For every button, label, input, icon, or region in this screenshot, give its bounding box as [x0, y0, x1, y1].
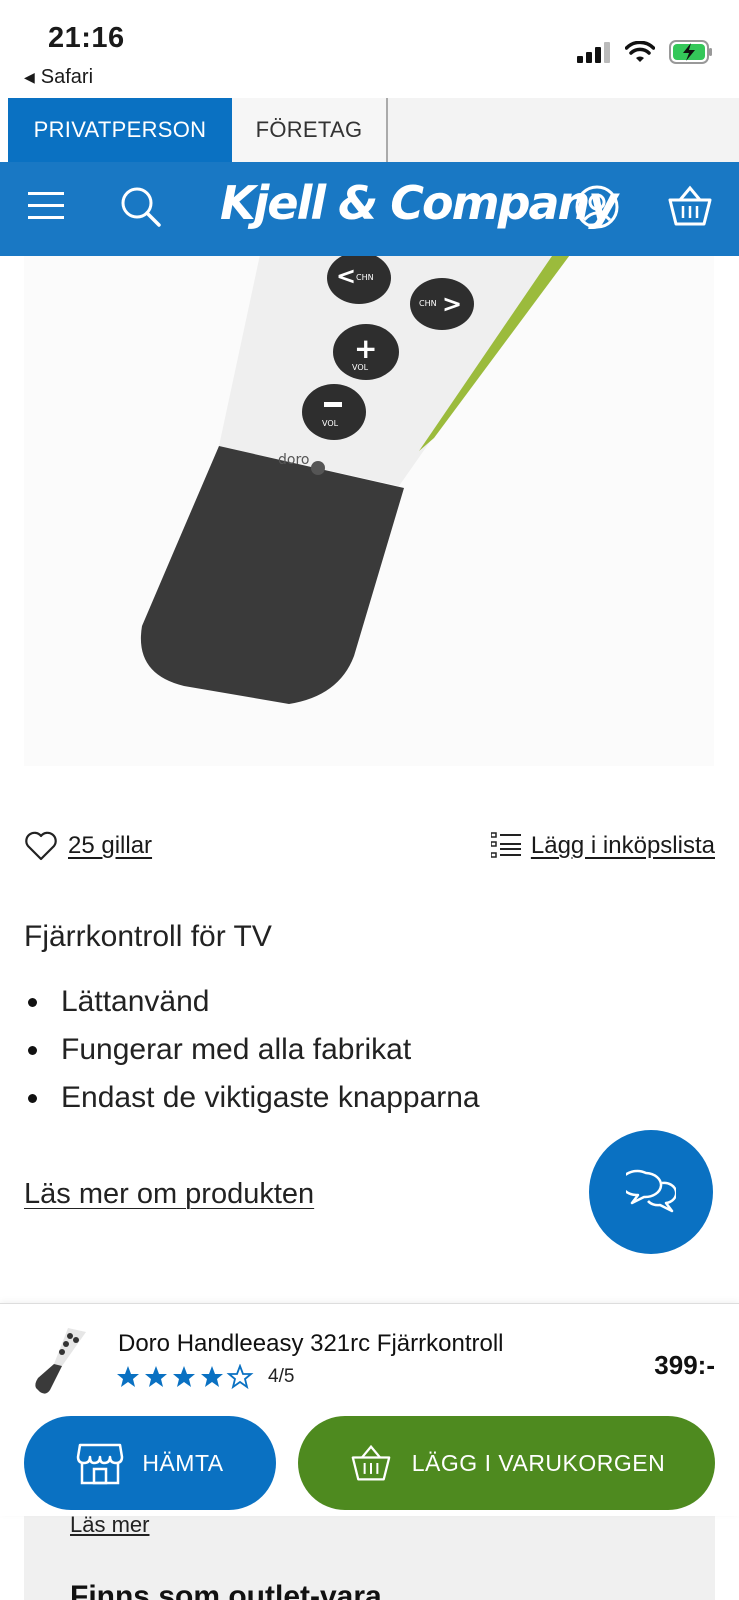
heart-icon — [25, 831, 57, 861]
feature-item: Lättanvänd — [24, 978, 480, 1026]
product-rating: 4/5 — [116, 1364, 294, 1390]
doro-logo-icon — [311, 461, 325, 475]
pickup-in-store-button[interactable]: HÄMTA — [24, 1416, 276, 1510]
wifi-icon — [625, 41, 655, 62]
sticky-product-name: Doro Handleeasy 321rc Fjärrkontroll — [118, 1330, 504, 1357]
shopping-list-label: Lägg i inköpslista — [530, 832, 715, 859]
status-time: 21:16 — [48, 22, 125, 54]
chn-right-button: CHN > — [410, 278, 474, 330]
feature-list: Lättanvänd Fungerar med alla fabrikat En… — [24, 978, 480, 1122]
chat-bubbles-icon — [626, 1169, 676, 1213]
kjell-company-logo[interactable]: Kjell & Company — [220, 176, 618, 230]
product-subtitle: Fjärrkontroll för TV — [24, 920, 272, 953]
rating-stars-icon — [117, 1365, 252, 1388]
add-to-shopping-list-button[interactable]: Lägg i inköpslista — [490, 832, 715, 860]
search-icon[interactable] — [120, 186, 162, 228]
feature-text: Lättanvänd — [61, 985, 210, 1018]
back-app-label: Safari — [40, 66, 94, 88]
rating-text: 4/5 — [268, 1366, 295, 1387]
bullet-icon — [28, 997, 37, 1007]
site-header: Kjell & Company — [0, 162, 739, 256]
feature-text: Endast de viktigaste knapparna — [61, 1081, 480, 1114]
back-to-app[interactable]: ◀ Safari — [24, 66, 93, 89]
bullet-icon — [28, 1045, 37, 1055]
like-button[interactable]: 25 gillar — [24, 831, 152, 861]
shopping-basket-icon — [351, 1444, 391, 1481]
likes-count: 25 gillar — [68, 832, 153, 859]
chat-button[interactable] — [589, 1130, 713, 1254]
svg-text:VOL: VOL — [322, 419, 339, 428]
feature-item: Fungerar med alla fabrikat — [24, 1026, 480, 1074]
product-price: 399:- — [654, 1350, 715, 1380]
pickup-label: HÄMTA — [142, 1449, 224, 1476]
feature-text: Fungerar med alla fabrikat — [61, 1033, 412, 1066]
read-more-link[interactable]: Läs mer om produkten — [24, 1178, 314, 1211]
vol-minus-button: VOL — [302, 384, 366, 440]
add-to-cart-label: LÄGG I VARUKORGEN — [411, 1449, 666, 1476]
back-arrow-icon: ◀ — [24, 69, 35, 85]
svg-text:CHN: CHN — [419, 299, 437, 308]
remote-control-illustration: < CHN CHN > + VOL VOL doro — [140, 256, 570, 704]
vol-plus-button: + VOL — [333, 324, 399, 380]
bullet-icon — [28, 1093, 37, 1103]
tab-private-person[interactable]: PRIVATPERSON — [8, 98, 232, 162]
svg-text:VOL: VOL — [352, 363, 369, 372]
cellular-signal-icon — [577, 42, 610, 63]
status-icons — [577, 40, 713, 64]
list-icon — [490, 832, 521, 858]
account-icon[interactable] — [574, 184, 620, 230]
svg-text:<: < — [336, 262, 356, 290]
svg-text:CHN: CHN — [356, 273, 374, 282]
tab-business[interactable]: FÖRETAG — [232, 98, 388, 162]
svg-text:+: + — [354, 332, 377, 365]
product-actions-row: 25 gillar Lägg i inköpslista — [24, 826, 715, 866]
status-bar: 21:16 ◀ Safari — [0, 0, 739, 98]
outlet-title: Finns som outlet-vara — [70, 1580, 382, 1600]
doro-brand-text: doro — [278, 452, 309, 468]
shopping-basket-icon[interactable] — [666, 184, 714, 228]
add-to-cart-button[interactable]: LÄGG I VARUKORGEN — [298, 1416, 715, 1510]
svg-text:>: > — [442, 290, 462, 318]
hamburger-menu-icon[interactable] — [28, 190, 66, 222]
sticky-purchase-bar: Doro Handleeasy 321rc Fjärrkontroll 4/5 … — [0, 1303, 739, 1516]
battery-charging-icon — [669, 40, 712, 64]
store-icon — [77, 1443, 124, 1485]
feature-item: Endast de viktigaste knapparna — [24, 1074, 480, 1122]
customer-segment-tabs: PRIVATPERSON FÖRETAG — [8, 98, 739, 162]
product-thumbnail[interactable] — [30, 1326, 90, 1396]
product-image[interactable]: < CHN CHN > + VOL VOL doro — [24, 256, 714, 766]
